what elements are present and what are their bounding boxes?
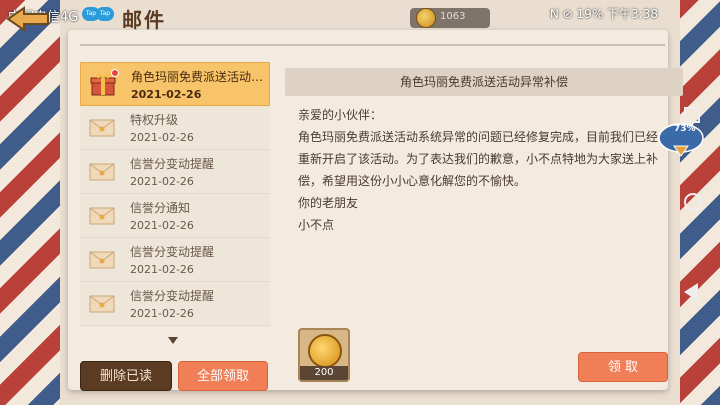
mail-signoff-1: 你的老朋友 — [298, 196, 359, 210]
divider — [80, 44, 665, 46]
status-bar: 中国电信4G Tap Tap N ⊘ 19% 下午3:38 — [0, 0, 720, 28]
home-icon[interactable] — [684, 193, 702, 211]
mail-date: 2021-02-26 — [131, 88, 202, 101]
mail-subject: 信誉分变动提醒 — [130, 157, 215, 171]
reward-count: 200 — [300, 366, 348, 380]
mail-subject: 角色玛丽免费派送活动异常补偿 — [131, 70, 266, 84]
page-title: 邮件 — [122, 8, 166, 32]
mail-date: 2021-02-26 — [130, 263, 194, 276]
mail-greeting: 亲爱的小伙伴： — [298, 108, 383, 122]
envelope-icon — [89, 207, 115, 225]
envelope-icon — [89, 295, 115, 313]
envelope-icon — [89, 119, 115, 137]
mail-date: 2021-02-26 — [130, 175, 194, 188]
unread-badge — [111, 69, 119, 77]
claim-button[interactable]: 领 取 — [578, 352, 668, 382]
envelope-icon — [89, 251, 115, 269]
mail-subject: 信誉分变动提醒 — [130, 245, 215, 259]
back-arrow-icon[interactable] — [4, 4, 52, 34]
mail-subject: 信誉分通知 — [130, 201, 191, 215]
reward-item[interactable]: 200 — [298, 328, 350, 382]
mail-subject: 信誉分变动提醒 — [130, 289, 215, 303]
mail-list-item[interactable]: 信誉分变动提醒 2021-02-26 — [80, 282, 270, 326]
status-right: N ⊘ 19% 下午3:38 — [549, 7, 658, 21]
mail-list-item[interactable]: 信誉分通知 2021-02-26 — [80, 194, 270, 238]
recent-apps-icon[interactable] — [684, 107, 700, 123]
mail-title: 角色玛丽免费派送活动异常补偿 — [285, 68, 683, 96]
mail-list-item[interactable]: 角色玛丽免费派送活动异常补偿 2021-02-26 — [80, 62, 270, 106]
mail-list-item[interactable]: 特权升级 2021-02-26 — [80, 106, 270, 150]
cloud-percent: 73% — [674, 124, 696, 134]
taptap-icon: Tap — [96, 7, 114, 21]
mail-signoff-2: 小不点 — [298, 218, 335, 232]
mail-date: 2021-02-26 — [130, 219, 194, 232]
mail-body-text: 角色玛丽免费派送活动系统异常的问题已经修复完成，目前我们已经重新开启了该活动。为… — [298, 130, 659, 188]
collect-all-button[interactable]: 全部领取 — [178, 361, 268, 391]
mail-body: 亲爱的小伙伴： 角色玛丽免费派送活动系统异常的问题已经修复完成，目前我们已经重新… — [298, 104, 666, 236]
mail-list-item[interactable]: 信誉分变动提醒 2021-02-26 — [80, 238, 270, 282]
mail-date: 2021-02-26 — [130, 307, 194, 320]
envelope-icon — [89, 163, 115, 181]
coin-icon — [416, 8, 436, 28]
mail-list: 角色玛丽免费派送活动异常补偿2021-02-26特权升级2021-02-26信誉… — [80, 62, 270, 334]
coin-icon — [308, 334, 342, 368]
mail-subject: 特权升级 — [130, 113, 179, 127]
mail-date: 2021-02-26 — [130, 131, 194, 144]
nav-back-icon[interactable] — [684, 283, 698, 301]
coin-value: 1063 — [440, 11, 466, 22]
delete-read-button[interactable]: 删除已读 — [80, 361, 172, 391]
mail-list-item[interactable]: 信誉分变动提醒 2021-02-26 — [80, 150, 270, 194]
scroll-down-icon[interactable] — [168, 337, 178, 344]
